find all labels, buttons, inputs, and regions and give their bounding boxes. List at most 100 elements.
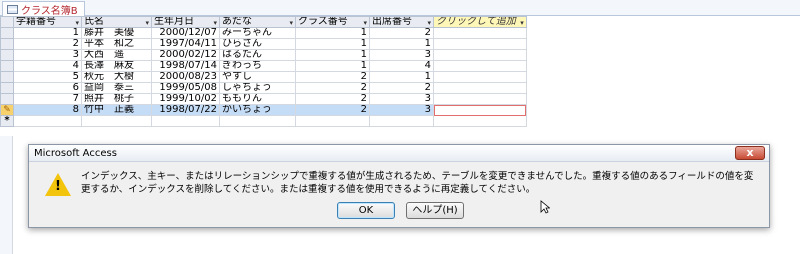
add-column-cell[interactable]	[433, 71, 527, 83]
new-record-cell[interactable]	[219, 115, 296, 127]
class-number-cell[interactable]: 2	[295, 82, 370, 94]
dropdown-arrow-icon[interactable]: ▾	[289, 18, 293, 27]
nickname-cell[interactable]: しゃちょう	[219, 82, 296, 94]
new-record-cell[interactable]	[369, 115, 434, 127]
table-row[interactable]: 1 藤井 美優 2000/12/07 みーちゃん 1 2	[0, 27, 527, 39]
name-cell[interactable]: 秋元 大樹	[81, 71, 152, 83]
nickname-cell[interactable]: ひらさん	[219, 38, 296, 50]
class-number-cell[interactable]: 2	[295, 104, 370, 116]
add-column-cell[interactable]	[433, 38, 527, 50]
add-column-cell[interactable]	[433, 93, 527, 105]
table-tab[interactable]: クラス名簿B	[2, 1, 85, 17]
name-cell[interactable]: 大西 遥	[81, 49, 152, 61]
add-column-cell[interactable]	[433, 104, 527, 116]
table-row[interactable]: 3 大西 遥 2000/02/12 はるたん 1 3	[0, 49, 527, 61]
record-selector[interactable]: *	[0, 115, 14, 127]
dropdown-arrow-icon[interactable]: ▾	[213, 18, 217, 27]
record-selector[interactable]	[0, 49, 14, 61]
add-column-cell[interactable]	[433, 82, 527, 94]
nickname-cell[interactable]: はるたん	[219, 49, 296, 61]
table-row[interactable]: 7 照井 桃子 1999/10/02 ももりん 2 3	[0, 93, 527, 105]
record-selector[interactable]	[0, 60, 14, 72]
birthdate-cell[interactable]: 2000/12/07	[151, 27, 220, 39]
nickname-cell[interactable]: ももりん	[219, 93, 296, 105]
attendance-number-cell[interactable]: 2	[369, 82, 434, 94]
new-record-cell[interactable]	[81, 115, 152, 127]
column-header[interactable]: クラス番号 ▾	[295, 16, 370, 28]
nickname-cell[interactable]: ぎわっち	[219, 60, 296, 72]
attendance-number-cell[interactable]: 3	[369, 104, 434, 116]
birthdate-cell[interactable]: 1998/07/22	[151, 104, 220, 116]
student-id-cell[interactable]: 6	[13, 82, 82, 94]
column-header[interactable]: あだな ▾	[219, 16, 296, 28]
class-number-cell[interactable]: 2	[295, 71, 370, 83]
class-number-cell[interactable]: 1	[295, 27, 370, 39]
attendance-number-cell[interactable]: 3	[369, 93, 434, 105]
record-selector[interactable]	[0, 71, 14, 83]
record-selector[interactable]	[0, 27, 14, 39]
record-selector[interactable]	[0, 82, 14, 94]
add-column-cell[interactable]	[433, 49, 527, 61]
birthdate-cell[interactable]: 1997/04/11	[151, 38, 220, 50]
dropdown-arrow-icon[interactable]: ▾	[427, 18, 431, 27]
birthdate-cell[interactable]: 1998/07/14	[151, 60, 220, 72]
class-number-cell[interactable]: 2	[295, 93, 370, 105]
close-icon[interactable]: x	[735, 146, 765, 160]
new-record-cell[interactable]	[295, 115, 370, 127]
birthdate-cell[interactable]: 1999/05/08	[151, 82, 220, 94]
birthdate-cell[interactable]: 2000/02/12	[151, 49, 220, 61]
table-row[interactable]: 4 長澤 麻友 1998/07/14 ぎわっち 1 4	[0, 60, 527, 72]
add-column-header[interactable]: クリックして追加 ▾	[433, 16, 527, 28]
dropdown-arrow-icon[interactable]: ▾	[363, 18, 367, 27]
table-row[interactable]: 5 秋元 大樹 2000/08/23 やすし 2 1	[0, 71, 527, 83]
class-number-cell[interactable]: 1	[295, 60, 370, 72]
table-row[interactable]: ✎ 8 竹中 正義 1998/07/22 かいちょう 2 3	[0, 104, 527, 116]
class-number-cell[interactable]: 1	[295, 49, 370, 61]
name-cell[interactable]: 益岡 泰三	[81, 82, 152, 94]
column-header[interactable]: 出席番号 ▾	[369, 16, 434, 28]
attendance-number-cell[interactable]: 1	[369, 71, 434, 83]
new-record-row[interactable]: *	[0, 115, 527, 127]
student-id-cell[interactable]: 7	[13, 93, 82, 105]
student-id-cell[interactable]: 8	[13, 104, 82, 116]
ok-button[interactable]: OK	[337, 202, 395, 219]
nickname-cell[interactable]: みーちゃん	[219, 27, 296, 39]
table-row[interactable]: 6 益岡 泰三 1999/05/08 しゃちょう 2 2	[0, 82, 527, 94]
column-header[interactable]: 学籍番号 ▾	[13, 16, 82, 28]
dropdown-arrow-icon[interactable]: ▾	[75, 18, 79, 27]
name-cell[interactable]: 平本 和之	[81, 38, 152, 50]
help-button[interactable]: ヘルプ(H)	[406, 202, 464, 219]
attendance-number-cell[interactable]: 3	[369, 49, 434, 61]
student-id-cell[interactable]: 4	[13, 60, 82, 72]
name-cell[interactable]: 藤井 美優	[81, 27, 152, 39]
dropdown-arrow-icon[interactable]: ▾	[145, 18, 149, 27]
dropdown-arrow-icon[interactable]: ▾	[520, 18, 524, 27]
add-column-cell[interactable]	[433, 60, 527, 72]
attendance-number-cell[interactable]: 1	[369, 38, 434, 50]
column-header[interactable]: 生年月日 ▾	[151, 16, 220, 28]
name-cell[interactable]: 竹中 正義	[81, 104, 152, 116]
new-record-cell[interactable]	[13, 115, 82, 127]
new-record-cell[interactable]	[151, 115, 220, 127]
student-id-cell[interactable]: 2	[13, 38, 82, 50]
table-row[interactable]: 2 平本 和之 1997/04/11 ひらさん 1 1	[0, 38, 527, 50]
student-id-cell[interactable]: 1	[13, 27, 82, 39]
birthdate-cell[interactable]: 1999/10/02	[151, 93, 220, 105]
record-selector[interactable]	[0, 38, 14, 50]
student-id-cell[interactable]: 3	[13, 49, 82, 61]
birthdate-cell[interactable]: 2000/08/23	[151, 71, 220, 83]
name-cell[interactable]: 照井 桃子	[81, 93, 152, 105]
attendance-number-cell[interactable]: 2	[369, 27, 434, 39]
student-id-cell[interactable]: 5	[13, 71, 82, 83]
record-selector[interactable]: ✎	[0, 104, 14, 116]
column-header[interactable]: 氏名 ▾	[81, 16, 152, 28]
add-column-cell[interactable]	[433, 27, 527, 39]
nickname-cell[interactable]: かいちょう	[219, 104, 296, 116]
dialog-titlebar[interactable]: Microsoft Access x	[29, 145, 769, 162]
attendance-number-cell[interactable]: 4	[369, 60, 434, 72]
name-cell[interactable]: 長澤 麻友	[81, 60, 152, 72]
record-selector[interactable]	[0, 93, 14, 105]
new-record-cell[interactable]	[433, 115, 527, 127]
select-all-corner[interactable]	[0, 16, 14, 28]
class-number-cell[interactable]: 1	[295, 38, 370, 50]
